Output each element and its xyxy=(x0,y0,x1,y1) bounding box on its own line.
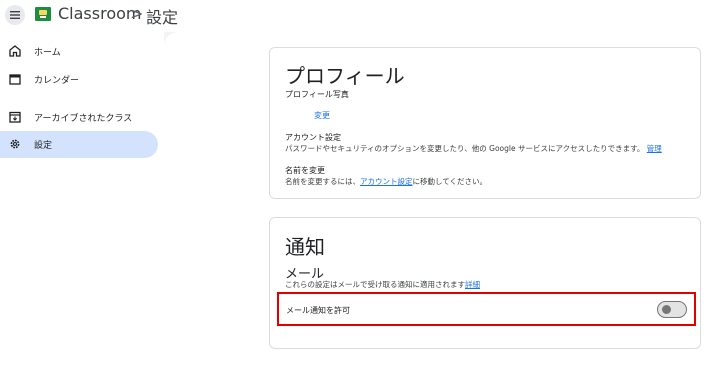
home-icon xyxy=(9,45,21,57)
details-link[interactable]: 詳細 xyxy=(465,280,480,289)
sidebar-item-label: カレンダー xyxy=(34,76,80,86)
change-name-title: 名前を変更 xyxy=(285,166,325,175)
profile-photo-label: プロフィール写真 xyxy=(285,90,349,99)
sidebar: ホーム カレンダー アーカイブされたクラス 設定 xyxy=(0,32,164,367)
account-settings-link[interactable]: アカウント設定 xyxy=(360,177,413,186)
profile-card: プロフィール プロフィール写真 変更 アカウント設定 パスワードやセキュリティの… xyxy=(269,47,701,199)
change-name-description: 名前を変更するには、アカウント設定に移動してください。 xyxy=(285,176,487,187)
notifications-heading: 通知 xyxy=(285,235,325,259)
allow-email-notifications-label: メール通知を許可 xyxy=(286,306,350,315)
toggle-knob xyxy=(662,305,671,314)
page-title: 設定 xyxy=(146,8,179,27)
menu-icon xyxy=(10,11,20,19)
account-settings-title: アカウント設定 xyxy=(285,133,341,142)
sidebar-item-label: アーカイブされたクラス xyxy=(34,114,133,124)
app-name[interactable]: Classroom xyxy=(58,4,141,23)
manage-link[interactable]: 管理 xyxy=(647,144,662,153)
sidebar-item-home[interactable]: ホーム xyxy=(0,38,158,65)
notifications-card: 通知 メール これらの設定はメールで受け取る通知に適用されます詳細 xyxy=(269,217,701,349)
sidebar-item-settings[interactable]: 設定 xyxy=(0,131,158,158)
email-section-text: これらの設定はメールで受け取る通知に適用されます xyxy=(285,280,465,289)
profile-heading: プロフィール xyxy=(285,64,405,88)
sidebar-item-calendar[interactable]: カレンダー xyxy=(0,66,158,93)
account-settings-text: パスワードやセキュリティのオプションを変更したり、他の Google サービスに… xyxy=(285,144,645,153)
change-name-text-pre: 名前を変更するには、 xyxy=(285,177,360,186)
gear-icon xyxy=(10,139,20,149)
sidebar-item-archived[interactable]: アーカイブされたクラス xyxy=(0,104,158,131)
archive-icon xyxy=(9,111,21,123)
email-section-description: これらの設定はメールで受け取る通知に適用されます詳細 xyxy=(285,279,480,290)
top-bar: Classroom > 設定 xyxy=(0,0,725,32)
sidebar-item-label: 設定 xyxy=(34,141,53,151)
change-name-text-post: に移動してください。 xyxy=(412,177,488,186)
account-settings-description: パスワードやセキュリティのオプションを変更したり、他の Google サービスに… xyxy=(285,143,662,154)
main-menu-button[interactable] xyxy=(5,5,25,25)
sidebar-item-label: ホーム xyxy=(34,48,61,58)
classroom-logo[interactable] xyxy=(35,7,51,21)
breadcrumb-separator: > xyxy=(130,4,144,23)
allow-email-notifications-toggle[interactable] xyxy=(657,301,687,318)
calendar-icon xyxy=(9,74,21,85)
change-photo-link[interactable]: 変更 xyxy=(314,110,330,121)
